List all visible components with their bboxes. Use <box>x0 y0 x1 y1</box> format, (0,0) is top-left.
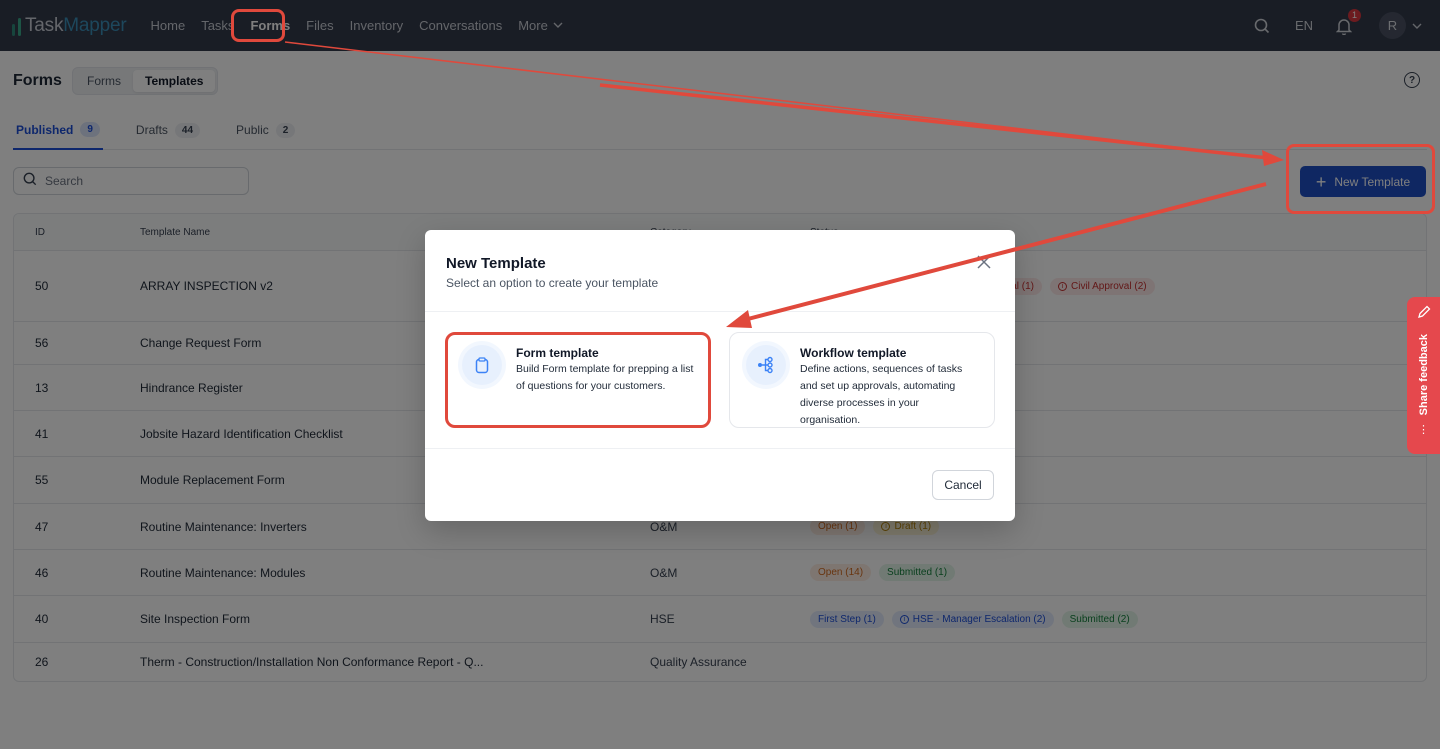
option-title: Workflow template <box>800 346 907 360</box>
pen-icon <box>1417 305 1431 322</box>
more-dots-icon: ⋮ <box>1418 424 1429 437</box>
option-description: Build Form template for prepping a list … <box>516 363 694 392</box>
new-template-modal: New Template Select an option to create … <box>425 230 1015 521</box>
modal-title: New Template <box>446 255 546 272</box>
form-template-option[interactable]: Form template Build Form template for pr… <box>445 332 711 428</box>
close-icon[interactable] <box>977 253 991 273</box>
cancel-button[interactable]: Cancel <box>932 470 994 500</box>
modal-header: New Template Select an option to create … <box>425 230 1015 312</box>
modal-footer: Cancel <box>425 448 1015 521</box>
option-title: Form template <box>516 346 599 360</box>
modal-subtitle: Select an option to create your template <box>446 276 659 290</box>
template-options: Form template Build Form template for pr… <box>445 332 995 428</box>
workflow-icon <box>746 345 786 385</box>
share-feedback-tab[interactable]: Share feedback ⋮ <box>1407 297 1440 454</box>
share-feedback-label: Share feedback <box>1417 334 1430 416</box>
workflow-template-option[interactable]: Workflow template Define actions, sequen… <box>729 332 995 428</box>
clipboard-icon <box>462 345 502 385</box>
option-description: Define actions, sequences of tasks and s… <box>800 363 963 426</box>
